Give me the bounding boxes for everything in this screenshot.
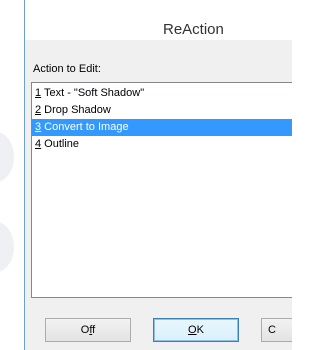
item-label: Outline xyxy=(41,138,80,150)
cancel-label: C xyxy=(268,324,276,336)
item-label: Text - "Soft Shadow" xyxy=(41,87,145,99)
background-decoration xyxy=(0,132,14,182)
item-label: Drop Shadow xyxy=(41,104,111,116)
window-title: ReAction xyxy=(163,21,224,38)
off-button[interactable]: Off xyxy=(45,318,131,342)
off-label-part: f xyxy=(92,324,96,336)
title-bar[interactable]: ReAction xyxy=(25,0,292,40)
list-item-convert-to-image[interactable]: 3 Convert to Image xyxy=(32,119,292,136)
ok-label-part: K xyxy=(196,324,204,336)
list-item-outline[interactable]: 4 Outline xyxy=(32,136,292,153)
action-list[interactable]: 1 Text - "Soft Shadow" 2 Drop Shadow 3 C… xyxy=(31,82,292,298)
list-item-text-soft-shadow[interactable]: 1 Text - "Soft Shadow" xyxy=(32,85,292,102)
reaction-dialog: ReAction Action to Edit: 1 Text - "Soft … xyxy=(24,0,292,350)
screenshot-canvas: ReAction Action to Edit: 1 Text - "Soft … xyxy=(0,0,292,350)
ok-button[interactable]: OK xyxy=(153,318,239,342)
list-item-drop-shadow[interactable]: 2 Drop Shadow xyxy=(32,102,292,119)
cancel-button[interactable]: C xyxy=(261,318,292,342)
action-to-edit-label: Action to Edit: xyxy=(33,63,101,75)
ok-label-mnemonic: O xyxy=(188,324,197,336)
item-label: Convert to Image xyxy=(41,121,129,133)
background-decoration xyxy=(0,222,14,272)
